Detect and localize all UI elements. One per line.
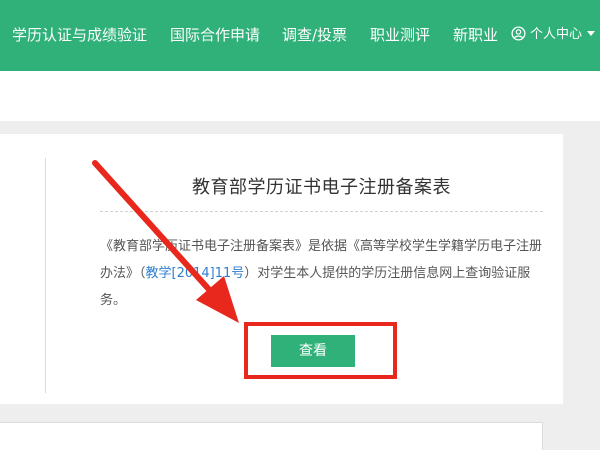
top-navigation-bar: 学历认证与成绩验证 国际合作申请 调查/投票 职业测评 新职业 个人中心 xyxy=(0,0,600,71)
card-description: 《教育部学历证书电子注册备案表》是依据《高等学校学生学籍学历电子注册办法》（教学… xyxy=(100,233,545,314)
regulation-link[interactable]: 教学[2014]11号 xyxy=(146,266,245,281)
annotation-highlight-box xyxy=(244,322,397,379)
nav-item-career-assessment[interactable]: 职业测评 xyxy=(370,24,430,46)
user-circle-icon xyxy=(511,26,526,41)
user-center-menu[interactable]: 个人中心 xyxy=(511,24,596,46)
next-card xyxy=(0,422,543,450)
divider xyxy=(45,158,46,393)
nav-item-international-cooperation[interactable]: 国际合作申请 xyxy=(170,24,260,46)
card-title: 教育部学历证书电子注册备案表 xyxy=(192,177,451,198)
nav-item-new-occupation[interactable]: 新职业 xyxy=(453,24,498,46)
title-divider xyxy=(100,211,543,212)
sub-header-bar xyxy=(0,71,600,121)
nav-item-survey-vote[interactable]: 调查/投票 xyxy=(282,24,347,46)
chevron-down-icon xyxy=(587,31,596,36)
user-center-label: 个人中心 xyxy=(530,27,583,42)
nav-item-degree-verification[interactable]: 学历认证与成绩验证 xyxy=(12,24,147,46)
